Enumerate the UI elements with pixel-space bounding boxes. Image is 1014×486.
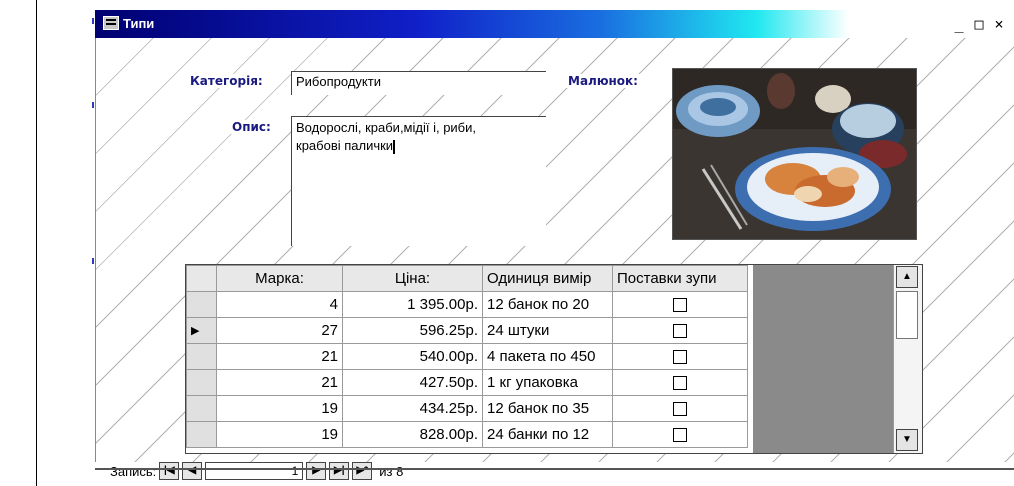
category-picture xyxy=(672,68,917,240)
cell-unit[interactable]: 1 кг упаковка xyxy=(482,369,613,396)
scroll-down-icon[interactable]: ▼ xyxy=(896,429,918,451)
margin-tick xyxy=(92,258,94,264)
title-bar[interactable]: Типи _ □ × xyxy=(95,10,1014,38)
minimize-button[interactable]: _ xyxy=(950,15,968,33)
cell-price[interactable]: 1 395.00р. xyxy=(342,291,483,318)
row-pointer-icon: ▶ xyxy=(191,325,200,337)
margin-tick xyxy=(92,18,94,24)
table-row[interactable]: 21 540.00р. 4 пакета по 450 xyxy=(186,343,748,370)
row-selector-current[interactable]: ▶ xyxy=(186,317,217,344)
column-header-discontinued[interactable]: Поставки зупи xyxy=(612,265,748,292)
cell-price[interactable]: 596.25р. xyxy=(342,317,483,344)
table-row[interactable]: ▶ 27 596.25р. 24 штуки xyxy=(186,317,748,344)
discontinued-checkbox[interactable] xyxy=(673,324,687,339)
products-subform: Марка: Ціна: Одиниця вимір Поставки зупи… xyxy=(185,264,923,454)
text-caret xyxy=(393,139,396,154)
seafood-photo xyxy=(673,69,916,239)
cell-brand[interactable]: 21 xyxy=(216,343,343,370)
column-header-brand[interactable]: Марка: xyxy=(216,265,343,292)
record-count: из 8 xyxy=(379,463,404,479)
last-record-icon[interactable]: ▶| xyxy=(329,462,350,480)
discontinued-checkbox[interactable] xyxy=(673,402,687,417)
empty-grid-area xyxy=(753,265,893,453)
row-selector[interactable] xyxy=(186,395,217,422)
cell-price[interactable]: 540.00р. xyxy=(342,343,483,370)
description-label: Опис: xyxy=(230,120,273,134)
cell-unit[interactable]: 4 пакета по 450 xyxy=(482,343,613,370)
window-title: Типи xyxy=(123,16,155,31)
row-selector-header[interactable] xyxy=(186,265,217,292)
margin-tick xyxy=(92,102,94,108)
category-label: Категорія: xyxy=(188,74,265,88)
close-button[interactable]: × xyxy=(990,15,1008,33)
description-value: Водорослі, краби,мідії і, риби, крабові … xyxy=(296,120,477,153)
scroll-up-icon[interactable]: ▲ xyxy=(896,266,918,288)
cell-brand[interactable]: 19 xyxy=(216,395,343,422)
table-row[interactable]: 19 828.00р. 24 банки по 12 xyxy=(186,421,748,448)
cell-unit[interactable]: 24 штуки xyxy=(482,317,613,344)
first-record-icon[interactable]: |◀ xyxy=(159,462,180,480)
column-header-unit[interactable]: Одиниця вимір xyxy=(482,265,613,292)
discontinued-checkbox[interactable] xyxy=(673,428,687,443)
left-margin-rule xyxy=(36,0,37,486)
table-row[interactable]: 21 427.50р. 1 кг упаковка xyxy=(186,369,748,396)
record-number-input[interactable]: 1 xyxy=(205,462,304,480)
cell-discontinued xyxy=(612,343,748,370)
maximize-button[interactable]: □ xyxy=(970,15,988,33)
cell-discontinued xyxy=(612,395,748,422)
cell-discontinued xyxy=(612,291,748,318)
window-bottom-border xyxy=(95,468,1014,470)
cell-price[interactable]: 828.00р. xyxy=(342,421,483,448)
scroll-thumb[interactable] xyxy=(896,291,918,339)
column-header-price[interactable]: Ціна: xyxy=(342,265,483,292)
header-row: Марка: Ціна: Одиниця вимір Поставки зупи xyxy=(186,265,748,292)
window-controls: _ □ × xyxy=(950,15,1008,33)
cell-brand[interactable]: 21 xyxy=(216,369,343,396)
cell-unit[interactable]: 12 банок по 20 xyxy=(482,291,613,318)
discontinued-checkbox[interactable] xyxy=(673,350,687,365)
types-form-window: Типи _ □ × Категорія: Рибопродукти Малюн… xyxy=(95,10,1014,480)
next-record-icon[interactable]: ▶ xyxy=(306,462,327,480)
discontinued-checkbox[interactable] xyxy=(673,298,687,313)
record-label: Запись: xyxy=(110,463,157,479)
cell-discontinued xyxy=(612,369,748,396)
cell-discontinued xyxy=(612,317,748,344)
cell-brand[interactable]: 4 xyxy=(216,291,343,318)
products-table: Марка: Ціна: Одиниця вимір Поставки зупи… xyxy=(186,265,748,448)
cell-brand[interactable]: 19 xyxy=(216,421,343,448)
category-value: Рибопродукти xyxy=(296,74,381,89)
cell-unit[interactable]: 24 банки по 12 xyxy=(482,421,613,448)
description-field[interactable]: Водорослі, краби,мідії і, риби, крабові … xyxy=(291,116,546,246)
row-selector[interactable] xyxy=(186,421,217,448)
row-selector[interactable] xyxy=(186,291,217,318)
record-navigator: Запись: |◀ ◀ 1 ▶ ▶| ▶* из 8 xyxy=(110,462,403,480)
form-body: Категорія: Рибопродукти Малюнок: Опис: В… xyxy=(95,38,1014,480)
picture-label: Малюнок: xyxy=(566,74,640,88)
cell-brand[interactable]: 27 xyxy=(216,317,343,344)
row-selector[interactable] xyxy=(186,343,217,370)
table-row[interactable]: 4 1 395.00р. 12 банок по 20 xyxy=(186,291,748,318)
app-icon[interactable] xyxy=(103,16,119,30)
cell-discontinued xyxy=(612,421,748,448)
table-row[interactable]: 19 434.25р. 12 банок по 35 xyxy=(186,395,748,422)
category-field[interactable]: Рибопродукти xyxy=(291,71,546,95)
new-record-icon[interactable]: ▶* xyxy=(352,462,373,480)
cell-unit[interactable]: 12 банок по 35 xyxy=(482,395,613,422)
discontinued-checkbox[interactable] xyxy=(673,376,687,391)
cell-price[interactable]: 427.50р. xyxy=(342,369,483,396)
prev-record-icon[interactable]: ◀ xyxy=(182,462,203,480)
row-selector[interactable] xyxy=(186,369,217,396)
vertical-scrollbar[interactable]: ▲ ▼ xyxy=(893,265,922,453)
cell-price[interactable]: 434.25р. xyxy=(342,395,483,422)
